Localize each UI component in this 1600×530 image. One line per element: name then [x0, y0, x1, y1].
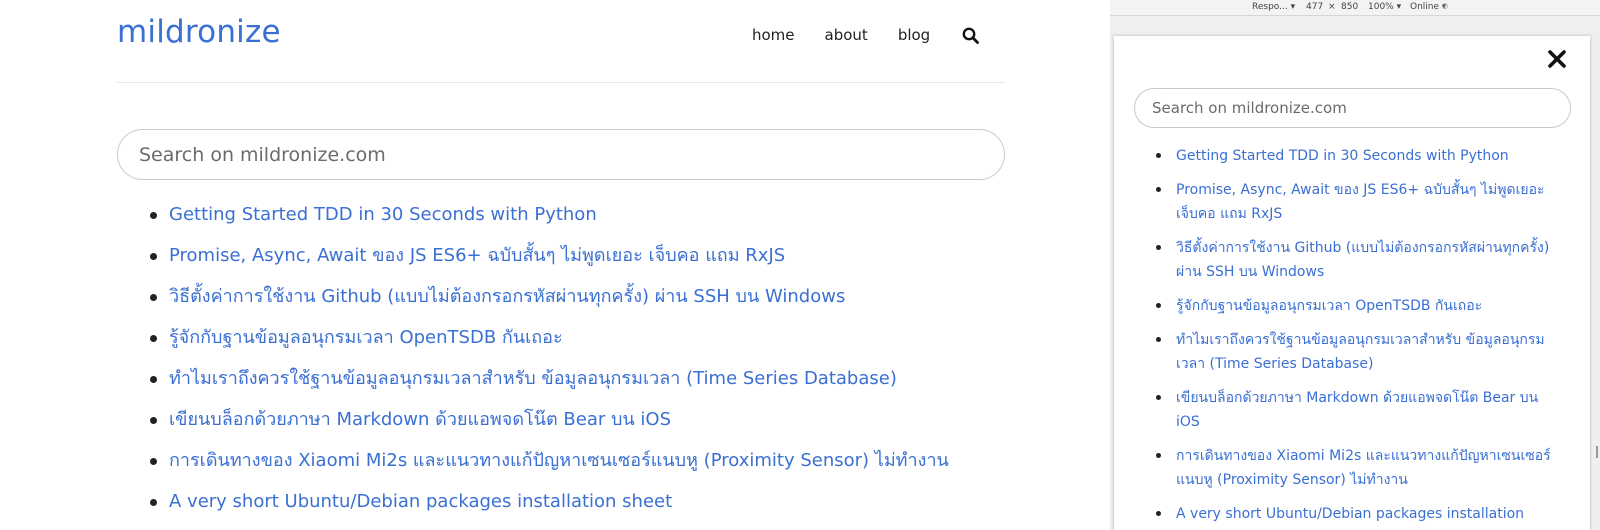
result-link[interactable]: Promise, Async, Await ของ JS ES6+ ฉบับสั…	[150, 243, 1070, 284]
mobile-result-link[interactable]: ทำไมเราถึงควรใช้ฐานข้อมูลอนุกรมเวลาสำหรั…	[1152, 328, 1562, 376]
mobile-viewport: Search on mildronize.com Getting Started…	[1114, 36, 1590, 530]
result-link[interactable]: A very short Ubuntu/Debian packages inst…	[150, 489, 1070, 530]
device-select[interactable]: Respo... ▾	[1252, 2, 1295, 12]
header-divider	[117, 82, 1005, 83]
mobile-result-link[interactable]: วิธีตั้งค่าการใช้งาน Github (แบบไม่ต้องก…	[1152, 236, 1562, 284]
zoom-select[interactable]: 100% ▾	[1368, 2, 1401, 12]
rotate-icon[interactable]: ⊘	[1441, 2, 1449, 12]
search-results-list: Getting Started TDD in 30 Seconds with P…	[150, 202, 1070, 530]
search-icon[interactable]	[962, 27, 980, 44]
mobile-result-link[interactable]: Promise, Async, Await ของ JS ES6+ ฉบับสั…	[1152, 178, 1562, 226]
desktop-page: mildronize home about blog Search on mil…	[0, 0, 1110, 530]
result-link[interactable]: เขียนบล็อกด้วยภาษา Markdown ด้วยแอพจดโน๊…	[150, 407, 1070, 448]
result-link[interactable]: Getting Started TDD in 30 Seconds with P…	[150, 202, 1070, 243]
devtools-responsive-panel: Respo... ▾ 477 × 850 100% ▾ Online ▾ ⊘ S…	[1110, 0, 1600, 530]
search-placeholder: Search on mildronize.com	[139, 143, 386, 166]
result-link[interactable]: วิธีตั้งค่าการใช้งาน Github (แบบไม่ต้องก…	[150, 284, 1070, 325]
mobile-results-list: Getting Started TDD in 30 Seconds with P…	[1152, 144, 1572, 530]
result-link[interactable]: ทำไมเราถึงควรใช้ฐานข้อมูลอนุกรมเวลาสำหรั…	[150, 366, 1070, 407]
main-nav: home about blog	[752, 26, 980, 44]
mobile-result-link[interactable]: การเดินทางของ Xiaomi Mi2s และแนวทางแก้ปั…	[1152, 444, 1562, 492]
result-link[interactable]: รู้จักกับฐานข้อมูลอนุกรมเวลา OpenTSDB กั…	[150, 325, 1070, 366]
nav-blog-link[interactable]: blog	[898, 26, 930, 44]
mobile-search-input[interactable]: Search on mildronize.com	[1134, 88, 1571, 128]
mobile-result-link[interactable]: รู้จักกับฐานข้อมูลอนุกรมเวลา OpenTSDB กั…	[1152, 294, 1562, 318]
device-toolbar: Respo... ▾ 477 × 850 100% ▾ Online ▾ ⊘	[1110, 0, 1600, 16]
nav-home-link[interactable]: home	[752, 26, 795, 44]
close-icon[interactable]	[1546, 48, 1568, 70]
dimension-separator: ×	[1328, 2, 1336, 12]
search-input[interactable]: Search on mildronize.com	[117, 129, 1005, 180]
resize-handle[interactable]	[1596, 446, 1598, 458]
mobile-search-placeholder: Search on mildronize.com	[1152, 99, 1347, 117]
nav-about-link[interactable]: about	[825, 26, 868, 44]
result-link[interactable]: การเดินทางของ Xiaomi Mi2s และแนวทางแก้ปั…	[150, 448, 1070, 489]
site-title[interactable]: mildronize	[117, 14, 281, 50]
viewport-width-input[interactable]: 477	[1306, 2, 1323, 12]
mobile-result-link[interactable]: เขียนบล็อกด้วยภาษา Markdown ด้วยแอพจดโน๊…	[1152, 386, 1562, 434]
mobile-result-link[interactable]: Getting Started TDD in 30 Seconds with P…	[1152, 144, 1562, 168]
viewport-height-input[interactable]: 850	[1341, 2, 1358, 12]
mobile-result-link[interactable]: A very short Ubuntu/Debian packages inst…	[1152, 502, 1562, 526]
